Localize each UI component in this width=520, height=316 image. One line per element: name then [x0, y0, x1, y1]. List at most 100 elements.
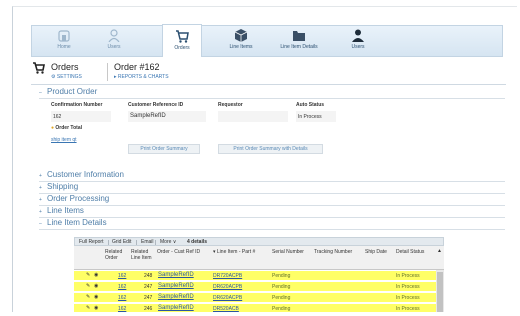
- col-detail-status[interactable]: Detail Status: [396, 249, 424, 255]
- nav-line-item-details[interactable]: Line Item Details: [269, 29, 329, 50]
- collapse-icon: –: [39, 90, 42, 96]
- section-product-order[interactable]: – Product Order: [39, 87, 97, 96]
- reports-link[interactable]: ▸ REPORTS & CHARTS: [114, 74, 169, 80]
- nav-home-label: Home: [57, 44, 71, 50]
- cell-serial: Pending: [272, 284, 291, 290]
- reports-label: REPORTS & CHARTS: [117, 74, 169, 80]
- table-row[interactable]: ✎ ◉ 162 247 SampleRefID DR620ACPB Pending In Pr…: [74, 293, 436, 303]
- home-icon: [58, 30, 70, 42]
- full-report-button[interactable]: Full Report: [79, 239, 103, 245]
- section-shipping-label: Shipping: [47, 182, 79, 191]
- section-order-processing[interactable]: + Order Processing: [39, 194, 109, 203]
- expand-icon: +: [39, 197, 42, 203]
- section-line-items-label: Line Items: [47, 206, 84, 215]
- cell-part[interactable]: DR520ACB: [213, 306, 239, 312]
- print-summary-button[interactable]: Print Order Summary: [128, 144, 200, 154]
- view-icon[interactable]: ◉: [94, 305, 98, 311]
- col-ship-date[interactable]: Ship Date: [365, 249, 387, 255]
- confirmation-value: 162: [51, 111, 111, 122]
- header-divider: [107, 63, 108, 81]
- detail-count: 4 details: [187, 239, 208, 245]
- grid-header-row: Related Order Related Line Item Order - …: [74, 246, 444, 270]
- nav-home[interactable]: Home: [44, 29, 84, 50]
- section-divider: [39, 98, 505, 99]
- section-customer-information-label: Customer Information: [47, 170, 124, 179]
- grid-scrollbar[interactable]: [436, 270, 444, 312]
- person-icon: [352, 29, 364, 42]
- table-row[interactable]: ✎ ◉ 162 247 SampleRefID DR620ACPB Pending In Pr…: [74, 282, 436, 292]
- table-row[interactable]: ✎ ◉ 162 246 SampleRefID DR520ACB Pending In Pro…: [74, 304, 436, 312]
- col-line-item-part[interactable]: ▾ Line Item - Part #: [213, 249, 265, 255]
- col-serial-number[interactable]: Serial Number: [272, 249, 304, 255]
- cart-icon: [176, 30, 189, 43]
- nav-users-2-label: Users: [351, 44, 365, 50]
- col-related-line-item[interactable]: Related Line Item: [131, 249, 153, 261]
- cell-related-line-item: 246: [144, 306, 153, 312]
- cell-related-order[interactable]: 162: [118, 295, 126, 301]
- nav-line-items-label: Line Items: [229, 44, 253, 50]
- requestor-value: [218, 111, 288, 122]
- folder-icon: [293, 31, 305, 41]
- section-order-processing-label: Order Processing: [47, 194, 110, 203]
- scroll-up-icon[interactable]: ▲: [437, 248, 442, 254]
- col-line-item-part-label: Line Item - Part #: [216, 249, 256, 255]
- edit-icon[interactable]: ✎: [86, 305, 90, 311]
- cell-part[interactable]: DR720ACPB: [213, 273, 242, 279]
- table-row[interactable]: ✎ ◉ 162 248 SampleRefID DR720ACPB Pending In Pr…: [74, 271, 436, 281]
- cell-cust-ref[interactable]: SampleRefID: [158, 294, 194, 300]
- cell-cust-ref[interactable]: SampleRefID: [158, 272, 194, 278]
- cell-related-order[interactable]: 162: [118, 284, 126, 290]
- cell-status: In Process: [396, 295, 420, 301]
- nav-users-2[interactable]: Users: [338, 29, 378, 50]
- cell-related-line-item: 247: [144, 284, 153, 290]
- cell-related-order[interactable]: 162: [118, 306, 126, 312]
- cell-related-order[interactable]: 162: [118, 273, 126, 279]
- edit-icon[interactable]: ✎: [86, 283, 90, 289]
- cell-status: In Process: [396, 284, 420, 290]
- cell-cust-ref[interactable]: SampleRefID: [158, 283, 194, 289]
- order-total-text: Order Total: [55, 125, 82, 131]
- section-line-items[interactable]: + Line Items: [39, 206, 84, 215]
- cell-part[interactable]: DR620ACPB: [213, 284, 242, 290]
- col-order-cust-ref[interactable]: Order - Cust Ref ID: [157, 249, 205, 255]
- auto-status-value: In Process: [296, 111, 336, 122]
- page-title: Orders: [51, 62, 79, 72]
- section-divider: [39, 229, 505, 230]
- col-related-order[interactable]: Related Order: [105, 249, 125, 261]
- section-shipping[interactable]: + Shipping: [39, 182, 78, 191]
- email-button[interactable]: Email: [141, 239, 154, 245]
- cell-status: In Process: [396, 306, 420, 312]
- cell-part[interactable]: DR620ACPB: [213, 295, 242, 301]
- view-icon[interactable]: ◉: [94, 272, 98, 278]
- toolbar-divider: [108, 240, 109, 245]
- nav-line-item-details-label: Line Item Details: [280, 44, 318, 50]
- cart-icon: [33, 62, 45, 74]
- view-icon[interactable]: ◉: [94, 283, 98, 289]
- line-item-details-grid: Full Report Grid Edit Email More ∨ 4 det…: [74, 237, 444, 312]
- print-summary-details-button[interactable]: Print Order Summary with Details: [218, 144, 323, 154]
- nav-line-items[interactable]: Line Items: [221, 29, 261, 50]
- section-line-item-details[interactable]: – Line Item Details: [39, 218, 107, 227]
- more-button[interactable]: More ∨: [160, 239, 176, 245]
- cell-serial: Pending: [272, 273, 291, 279]
- settings-link[interactable]: ⚙ SETTINGS: [51, 74, 82, 80]
- toolbar-divider: [136, 240, 137, 245]
- section-divider: [39, 181, 505, 182]
- grid-edit-button[interactable]: Grid Edit: [112, 239, 131, 245]
- settings-label: SETTINGS: [56, 74, 82, 80]
- edit-icon[interactable]: ✎: [86, 272, 90, 278]
- nav-users[interactable]: Users: [94, 29, 134, 50]
- nav-orders[interactable]: Orders: [162, 24, 202, 57]
- ship-item-link[interactable]: ship item qt: [51, 137, 77, 143]
- edit-icon[interactable]: ✎: [86, 294, 90, 300]
- auto-status-label: Auto Status: [296, 102, 325, 108]
- toolbar-divider: [155, 240, 156, 245]
- order-title: Order #162: [114, 62, 160, 72]
- cell-status: In Process: [396, 273, 420, 279]
- scrollbar-thumb[interactable]: [437, 272, 443, 312]
- cell-cust-ref[interactable]: SampleRefID: [158, 305, 194, 311]
- section-customer-information[interactable]: + Customer Information: [39, 170, 124, 179]
- view-icon[interactable]: ◉: [94, 294, 98, 300]
- col-tracking-number[interactable]: Tracking Number: [314, 249, 352, 255]
- requestor-label: Requestor: [218, 102, 243, 108]
